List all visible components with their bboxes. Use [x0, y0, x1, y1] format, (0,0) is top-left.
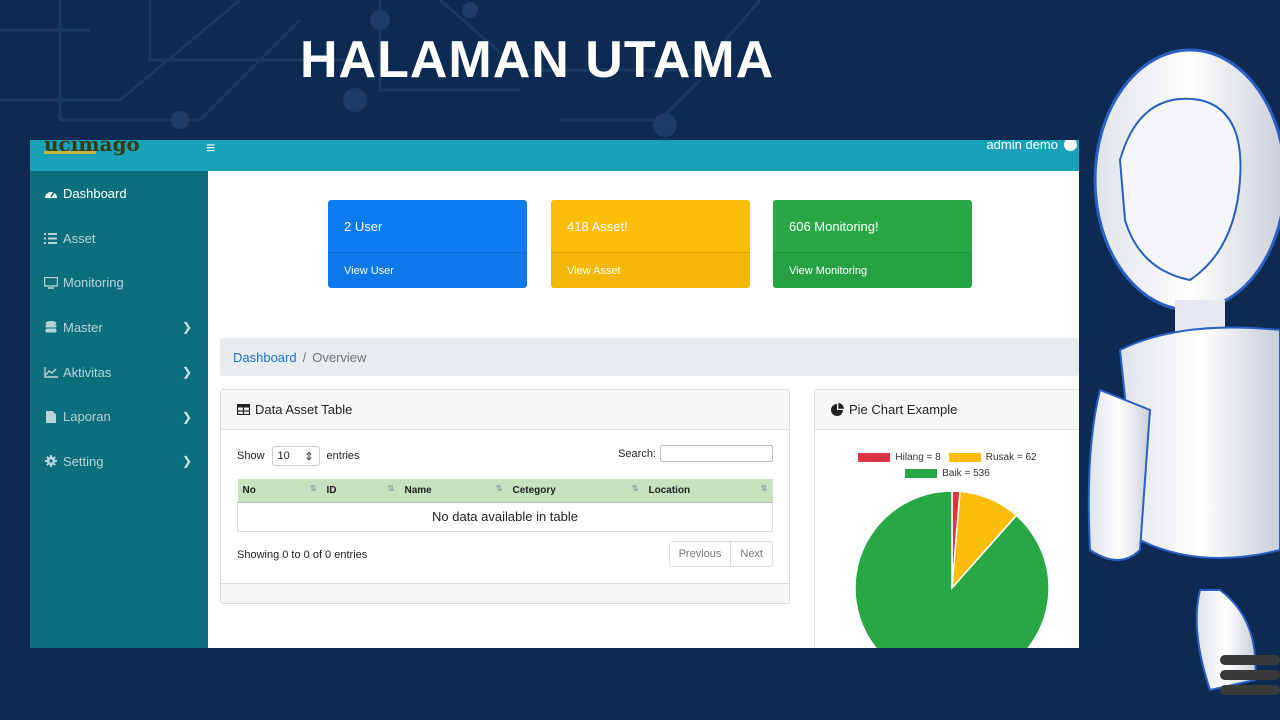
- table-info: Showing 0 to 0 of 0 entries: [237, 549, 368, 561]
- view-user-link[interactable]: View User: [328, 252, 527, 288]
- sort-icon: ⇅: [495, 484, 503, 493]
- brand-underline: [44, 151, 96, 154]
- user-circle-icon: [1064, 140, 1077, 151]
- robot-illustration: [1087, 48, 1280, 695]
- asset-table: No ⇅ ID ⇅ Name ⇅ Cetegory ⇅ Location ⇅ No dat…: [237, 479, 773, 532]
- table-icon: [237, 404, 250, 415]
- chevron-right-icon: ❯: [181, 365, 192, 380]
- panel-footer: [221, 583, 789, 603]
- data-asset-table-panel: Data Asset Table Show 10 ⇕ entries Searc…: [220, 389, 790, 604]
- legend-item-rusak[interactable]: Rusak = 62: [948, 452, 1037, 463]
- chart-legend: Hilang = 8 Rusak = 62 Baik = 536: [815, 452, 1079, 484]
- sidebar-item-aktivitas[interactable]: Aktivitas ❯: [30, 350, 208, 395]
- sidebar: Dashboard Asset Monitoring Master ❯ Akti…: [30, 171, 208, 648]
- sort-icon: ⇅: [387, 484, 395, 493]
- sidebar-item-label: Laporan: [63, 409, 111, 425]
- gear-icon: [43, 455, 58, 468]
- slide-title: HALAMAN UTAMA: [300, 31, 775, 89]
- entries-select[interactable]: 10 ⇕: [271, 446, 320, 466]
- app-screenshot: ucimago ≡ admin demo Dashboard Asset Mon…: [30, 140, 1079, 648]
- entries-length-control: Show 10 ⇕ entries: [237, 446, 360, 466]
- sidebar-item-laporan[interactable]: Laporan ❯: [30, 394, 208, 439]
- line-chart-icon: [43, 366, 58, 379]
- legend-swatch: [858, 453, 891, 462]
- previous-button[interactable]: Previous: [670, 542, 731, 566]
- search-label: Search:: [618, 447, 656, 460]
- column-header-name[interactable]: Name ⇅: [399, 479, 508, 503]
- chevron-right-icon: ❯: [181, 409, 192, 424]
- sidebar-item-master[interactable]: Master ❯: [30, 305, 208, 350]
- sidebar-item-label: Master: [63, 319, 103, 335]
- card-title: 2 User: [344, 219, 383, 234]
- panel-header: Data Asset Table: [221, 390, 789, 430]
- search-input[interactable]: [660, 445, 773, 462]
- breadcrumb: Dashboard / Overview: [220, 338, 1079, 376]
- monitor-icon: [43, 276, 58, 289]
- sort-updown-icon: ⇕: [304, 450, 314, 463]
- card-monitoring: 606 Monitoring! View Monitoring: [773, 200, 972, 288]
- next-button[interactable]: Next: [730, 542, 772, 566]
- top-navbar: ucimago ≡ admin demo: [30, 140, 1079, 171]
- empty-table-message: No data available in table: [237, 501, 773, 532]
- panel-header: Pie Chart Example: [815, 390, 1079, 430]
- user-name: admin demo: [986, 140, 1058, 152]
- sidebar-item-label: Aktivitas: [63, 364, 112, 380]
- pie-slice-baik[interactable]: [854, 490, 1050, 648]
- user-menu[interactable]: admin demo: [986, 140, 1077, 152]
- chevron-right-icon: ❯: [181, 320, 192, 335]
- card-asset: 418 Asset! View Asset: [551, 200, 750, 288]
- card-title: 606 Monitoring!: [789, 219, 879, 234]
- column-header-location[interactable]: Location ⇅: [643, 479, 773, 503]
- breadcrumb-dashboard-link[interactable]: Dashboard: [233, 350, 297, 365]
- entries-label: entries: [326, 450, 360, 462]
- panel-title: Data Asset Table: [255, 402, 353, 417]
- sidebar-item-label: Asset: [63, 230, 96, 246]
- sort-icon: ⇅: [309, 484, 317, 493]
- pagination: Previous Next: [668, 541, 773, 567]
- pie-chart-icon: [831, 403, 844, 416]
- sidebar-item-monitoring[interactable]: Monitoring: [30, 260, 208, 305]
- sidebar-item-label: Setting: [63, 453, 104, 469]
- hamburger-icon[interactable]: ≡: [206, 140, 215, 158]
- pie-chart-panel: Pie Chart Example Hilang = 8 Rusak = 62 …: [814, 389, 1079, 648]
- list-icon: [43, 232, 58, 245]
- entries-value: 10: [277, 450, 290, 462]
- chevron-right-icon: ❯: [181, 454, 192, 469]
- breadcrumb-current: Overview: [312, 349, 367, 365]
- sidebar-item-label: Monitoring: [63, 275, 124, 291]
- table-search: Search:: [618, 445, 773, 462]
- view-asset-link[interactable]: View Asset: [551, 252, 750, 288]
- legend-swatch: [948, 453, 981, 462]
- sort-icon: ⇅: [631, 484, 639, 493]
- file-icon: [43, 410, 58, 423]
- column-header-id[interactable]: ID ⇅: [321, 479, 400, 503]
- pie-chart: [854, 490, 1050, 648]
- legend-item-baik[interactable]: Baik = 536: [905, 468, 990, 479]
- card-user: 2 User View User: [328, 200, 527, 288]
- card-title: 418 Asset!: [567, 219, 628, 234]
- show-label: Show: [237, 450, 265, 462]
- panel-title: Pie Chart Example: [849, 402, 958, 417]
- legend-item-hilang[interactable]: Hilang = 8: [858, 452, 941, 463]
- database-icon: [43, 321, 58, 334]
- table-row: No data available in table: [237, 501, 773, 532]
- column-header-no[interactable]: No ⇅: [237, 479, 322, 503]
- breadcrumb-separator: /: [302, 349, 307, 365]
- sort-icon: ⇅: [760, 484, 768, 493]
- sidebar-item-setting[interactable]: Setting ❯: [30, 439, 208, 484]
- view-monitoring-link[interactable]: View Monitoring: [773, 252, 972, 288]
- sidebar-item-label: Dashboard: [63, 185, 127, 201]
- legend-swatch: [905, 469, 938, 478]
- tachometer-icon: [43, 187, 58, 200]
- sidebar-item-asset[interactable]: Asset: [30, 216, 208, 261]
- sidebar-item-dashboard[interactable]: Dashboard: [30, 171, 208, 216]
- column-header-category[interactable]: Cetegory ⇅: [507, 479, 644, 503]
